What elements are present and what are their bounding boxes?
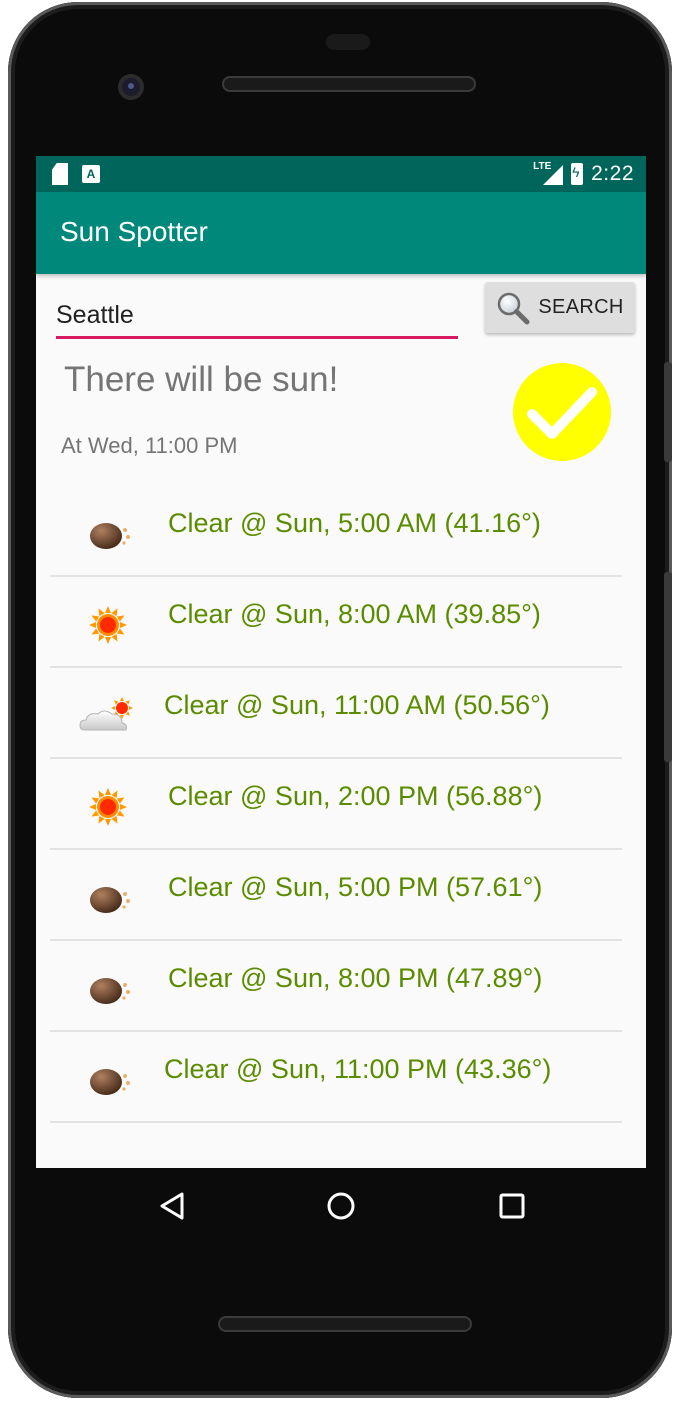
sun-time-subline: At Wed, 11:00 PM — [61, 433, 238, 458]
front-camera — [118, 74, 144, 100]
home-icon[interactable] — [321, 1186, 361, 1226]
night-moon-icon — [78, 514, 142, 554]
forecast-text: Clear @ Sun, 8:00 AM (39.85°) — [168, 599, 541, 629]
a-notification-icon: A — [82, 165, 100, 183]
forecast-text: Clear @ Sun, 5:00 PM (57.61°) — [168, 872, 543, 902]
battery-charging-icon — [571, 163, 584, 185]
sun-headline: There will be sun! — [64, 360, 339, 399]
recents-icon[interactable] — [492, 1186, 532, 1226]
power-button[interactable] — [664, 572, 672, 762]
check-badge-icon — [513, 363, 611, 461]
partly-cloudy-icon — [78, 696, 142, 736]
search-button[interactable]: SEARCH — [485, 282, 635, 333]
forecast-list: Clear @ Sun, 5:00 AM (41.16°) Clear @ Sun… — [50, 486, 622, 1123]
app-bar: Sun Spotter — [36, 192, 646, 274]
back-icon[interactable] — [152, 1186, 192, 1226]
magnifier-icon — [498, 292, 530, 324]
screen: A LTE 2:22 Sun Spotter SEARCH T — [36, 156, 646, 1168]
forecast-row[interactable]: Clear @ Sun, 11:00 PM (43.36°) — [50, 1032, 622, 1123]
forecast-row[interactable]: Clear @ Sun, 8:00 AM (39.85°) — [50, 577, 622, 668]
earpiece-speaker — [222, 76, 476, 92]
forecast-text: Clear @ Sun, 11:00 PM (43.36°) — [164, 1054, 552, 1084]
bottom-speaker — [218, 1316, 472, 1332]
forecast-text: Clear @ Sun, 5:00 AM (41.16°) — [168, 508, 541, 538]
forecast-text: Clear @ Sun, 8:00 PM (47.89°) — [168, 963, 543, 993]
status-bar: A LTE 2:22 — [36, 156, 646, 192]
night-moon-icon — [78, 1060, 142, 1100]
sun-icon — [78, 787, 142, 827]
nav-bar — [36, 1168, 646, 1240]
forecast-row[interactable]: Clear @ Sun, 5:00 PM (57.61°) — [50, 850, 622, 941]
city-search-input[interactable] — [56, 294, 458, 339]
app-title: Sun Spotter — [60, 216, 208, 247]
lte-signal-icon: LTE — [533, 161, 564, 185]
sd-card-icon — [52, 163, 68, 185]
sun-icon — [78, 605, 142, 645]
night-moon-icon — [78, 878, 142, 918]
volume-button[interactable] — [664, 362, 672, 462]
forecast-row[interactable]: Clear @ Sun, 5:00 AM (41.16°) — [50, 486, 622, 577]
clock: 2:22 — [591, 162, 634, 185]
forecast-row[interactable]: Clear @ Sun, 2:00 PM (56.88°) — [50, 759, 622, 850]
proximity-sensor — [326, 34, 370, 50]
forecast-text: Clear @ Sun, 2:00 PM (56.88°) — [168, 781, 543, 811]
search-button-label: SEARCH — [538, 296, 624, 318]
forecast-text: Clear @ Sun, 11:00 AM (50.56°) — [164, 690, 550, 720]
night-moon-icon — [78, 969, 142, 1009]
forecast-row[interactable]: Clear @ Sun, 8:00 PM (47.89°) — [50, 941, 622, 1032]
forecast-row[interactable]: Clear @ Sun, 11:00 AM (50.56°) — [50, 668, 622, 759]
